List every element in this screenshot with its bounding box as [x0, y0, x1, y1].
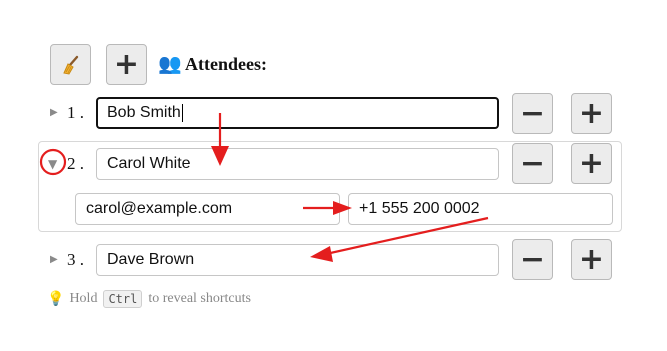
people-icon: 👥	[158, 54, 182, 75]
insert-attendee-button[interactable]: +	[571, 239, 612, 280]
plus-icon: +	[113, 46, 140, 82]
clear-all-button[interactable]	[50, 44, 91, 85]
minus-icon: −	[519, 241, 546, 277]
insert-attendee-button[interactable]: +	[571, 93, 612, 134]
row-number: 2 .	[67, 154, 84, 173]
attendee-phone-input[interactable]: +1 555 200 0002	[348, 193, 613, 225]
shortcut-hint: 💡 Hold Ctrl to reveal shortcuts	[47, 290, 251, 308]
attendee-name-input[interactable]: Carol White	[96, 148, 499, 180]
text-cursor	[181, 104, 183, 122]
plus-icon: +	[578, 145, 605, 181]
collapse-triangle-icon[interactable]: ▼	[48, 157, 57, 171]
plus-icon: +	[578, 241, 605, 277]
ctrl-key: Ctrl	[103, 290, 143, 308]
remove-attendee-button[interactable]: −	[512, 239, 553, 280]
row-number: 1 .	[67, 103, 84, 122]
minus-icon: −	[519, 145, 546, 181]
attendee-name-input[interactable]: Dave Brown	[96, 244, 499, 276]
attendee-email-input[interactable]: carol@example.com	[75, 193, 340, 225]
expand-triangle-icon[interactable]: ▶	[50, 107, 58, 118]
plus-icon: +	[578, 95, 605, 131]
attendee-name-input[interactable]: Bob Smith	[96, 97, 499, 129]
broom-icon	[62, 55, 78, 75]
minus-icon: −	[519, 95, 546, 131]
lightbulb-icon: 💡	[47, 291, 65, 307]
row-number: 3 .	[67, 250, 84, 269]
expand-triangle-icon[interactable]: ▶	[50, 254, 58, 265]
insert-attendee-button[interactable]: +	[571, 143, 612, 184]
add-attendee-button[interactable]: +	[106, 44, 147, 85]
remove-attendee-button[interactable]: −	[512, 143, 553, 184]
attendees-title: Attendees:	[185, 54, 267, 74]
remove-attendee-button[interactable]: −	[512, 93, 553, 134]
